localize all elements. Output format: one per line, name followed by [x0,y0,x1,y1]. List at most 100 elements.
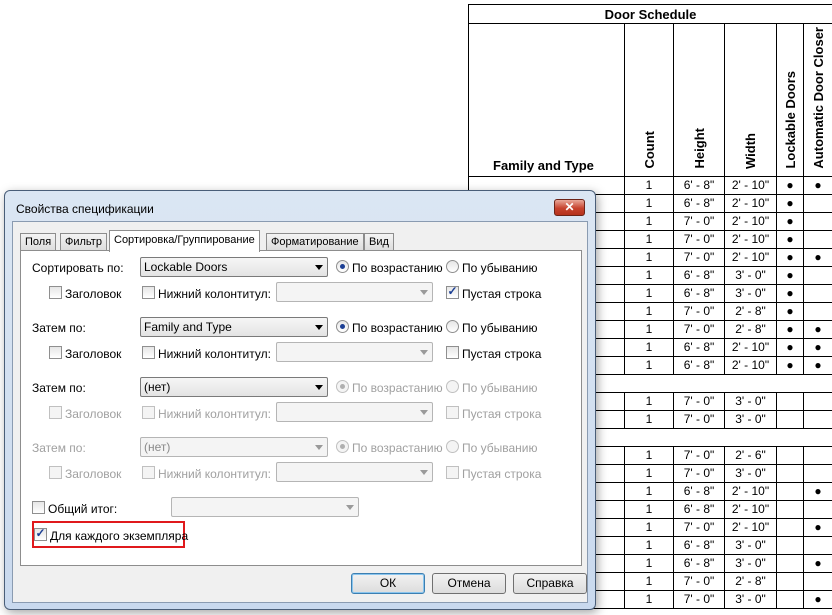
sort1-descending-radio[interactable] [446,260,459,273]
tab-view[interactable]: Вид [364,233,394,251]
then-by-3-field-select[interactable]: (нет) [140,437,328,457]
count-cell: 1 [624,301,674,321]
sort4-header-checkbox[interactable] [49,466,62,479]
sort4-ascending-label: По возрастанию [352,441,443,455]
height-cell: 7' - 0" [673,247,725,267]
sort2-ascending-radio[interactable] [336,320,349,333]
closer-cell [802,301,832,321]
sort3-ascending-radio[interactable] [336,380,349,393]
width-cell: 2' - 8" [724,301,777,321]
sort4-ascending-radio[interactable] [336,440,349,453]
width-cell: 2' - 10" [724,481,777,501]
count-cell: 1 [624,553,674,573]
sort3-footer-select[interactable] [276,402,433,422]
column-header-lockable: Lockable Doors [782,71,798,169]
itemize-every-instance-checkbox[interactable]: ✓ [34,526,47,541]
tab-sorting-grouping[interactable]: Сортировка/Группирование [109,230,260,252]
height-cell: 6' - 8" [673,193,725,213]
count-cell: 1 [624,535,674,555]
lockable-cell: ● [776,211,804,231]
chevron-down-icon [420,350,428,355]
tab-formatting[interactable]: Форматирование [266,233,364,251]
sort2-descending-radio[interactable] [446,320,459,333]
width-cell: 2' - 8" [724,319,777,339]
sort1-descending-label: По убыванию [462,261,538,275]
then-by-1-field-value: Family and Type [144,320,232,334]
grand-total-checkbox[interactable] [32,501,45,514]
radio-dot [340,264,345,269]
sort2-footer-checkbox[interactable] [142,346,155,359]
tab-filter-label: Фильтр [65,236,102,248]
ok-button[interactable]: ОК [351,573,425,594]
height-cell: 7' - 0" [673,211,725,231]
count-cell: 1 [624,463,674,483]
column-header-count: Count [641,131,657,169]
width-cell: 2' - 10" [724,247,777,267]
count-cell: 1 [624,481,674,501]
sort3-blank-line-checkbox[interactable] [446,406,459,419]
then-by-2-field-select[interactable]: (нет) [140,377,328,397]
cancel-button[interactable]: Отмена [432,573,506,594]
lockable-cell [776,499,804,519]
width-cell: 3' - 0" [724,589,777,609]
closer-cell: ● [802,553,832,573]
sort3-descending-radio[interactable] [446,380,459,393]
count-cell: 1 [624,409,674,429]
help-button[interactable]: Справка [513,573,587,594]
lockable-cell: ● [776,319,804,339]
height-cell: 6' - 8" [673,535,725,555]
sort1-ascending-label: По возрастанию [352,261,443,275]
sort2-blank-line-checkbox[interactable] [446,346,459,359]
sort1-header-checkbox[interactable] [49,286,62,299]
height-cell: 6' - 8" [673,481,725,501]
sort-by-field-select[interactable]: Lockable Doors [140,257,328,277]
lockable-cell: ● [776,265,804,285]
sort3-blank-line-label: Пустая строка [462,407,542,421]
then-by-1-field-select[interactable]: Family and Type [140,317,328,337]
closer-cell [802,571,832,591]
sort4-footer-select[interactable] [276,462,433,482]
lockable-cell [776,481,804,501]
grand-total-select[interactable] [171,497,359,517]
sort2-footer-select[interactable] [276,342,433,362]
sort2-ascending-label: По возрастанию [352,321,443,335]
width-cell: 3' - 0" [724,463,777,483]
chevron-down-icon [315,385,323,390]
count-cell: 1 [624,391,674,411]
closer-cell: ● [802,319,832,339]
height-cell: 7' - 0" [673,571,725,591]
sort1-blank-line-checkbox[interactable]: ✓ [446,284,459,299]
sort3-footer-checkbox[interactable] [142,406,155,419]
sort4-header-label: Заголовок [65,467,122,481]
width-cell: 3' - 0" [724,409,777,429]
width-cell: 2' - 10" [724,355,777,375]
sort3-footer-label: Нижний колонтитул: [158,407,271,421]
sort3-ascending-label: По возрастанию [352,381,443,395]
dialog-title: Свойства спецификации [16,202,154,216]
sort1-footer-checkbox[interactable] [142,286,155,299]
sort1-ascending-radio[interactable] [336,260,349,273]
closer-cell [802,535,832,555]
close-icon: ✕ [564,200,575,214]
chevron-down-icon [420,470,428,475]
sort4-descending-radio[interactable] [446,440,459,453]
sort3-header-checkbox[interactable] [49,406,62,419]
close-button[interactable]: ✕ [554,199,585,216]
sort3-descending-label: По убыванию [462,381,538,395]
sorting-grouping-panel: Сортировать по: Lockable Doors По возрас… [20,250,582,566]
sort4-footer-checkbox[interactable] [142,466,155,479]
lockable-cell: ● [776,229,804,249]
dialog-titlebar[interactable]: Свойства спецификации ✕ [5,191,595,221]
sort1-footer-select[interactable] [276,282,433,302]
sort4-blank-line-checkbox[interactable] [446,466,459,479]
sort2-footer-label: Нижний колонтитул: [158,347,271,361]
count-cell: 1 [624,589,674,609]
chevron-down-icon [315,445,323,450]
sort2-header-checkbox[interactable] [49,346,62,359]
then-by-1-label: Затем по: [32,321,86,335]
radio-dot [340,384,345,389]
height-cell: 7' - 0" [673,463,725,483]
tab-filter[interactable]: Фильтр [60,233,107,251]
tab-fields[interactable]: Поля [20,233,57,251]
height-cell: 7' - 0" [673,319,725,339]
